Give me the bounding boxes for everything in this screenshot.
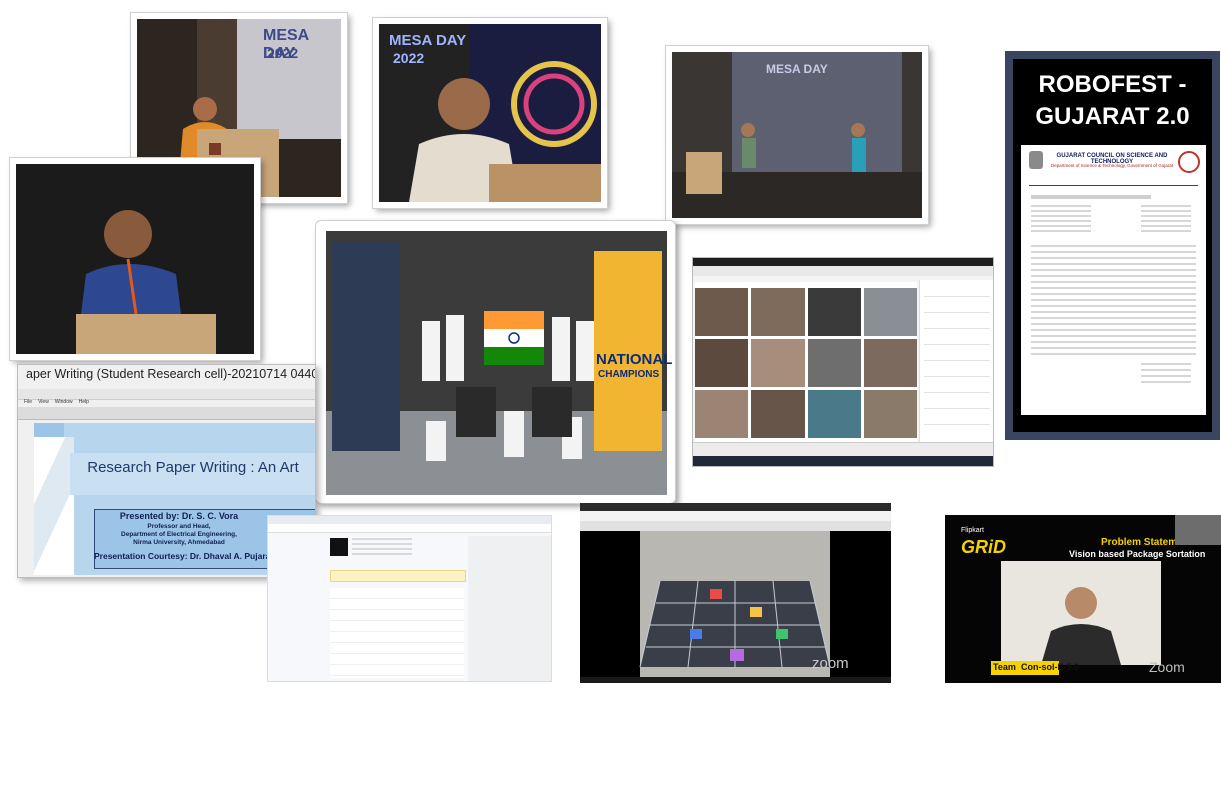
zoom-meeting-screenshot <box>692 257 994 467</box>
mesa-year-1: 2022 <box>267 45 299 61</box>
participant-tile <box>751 390 805 438</box>
team-banner-text: NATIONAL <box>596 351 673 368</box>
participant-tile <box>863 390 917 438</box>
event-logo-icon <box>330 538 348 556</box>
participant-tile <box>695 339 749 387</box>
team-name: Con-sol-E-5.0 <box>1021 662 1080 672</box>
gujcost-logo-icon <box>1178 151 1200 173</box>
robofest-title: ROBOFEST - GUJARAT 2.0 <box>1035 71 1190 130</box>
role-line-1: Professor and Head, <box>147 523 211 530</box>
grid-logo: GRiD <box>961 537 1006 557</box>
robofest-letter-panel: ROBOFEST - GUJARAT 2.0 GUJARAT COUNCIL O… <box>1005 51 1220 440</box>
presented-by: Presented by: Dr. S. C. Vora <box>119 511 239 521</box>
photo-speaker-mesa-day: MESA DAY 2022 <box>373 18 607 208</box>
photo-stage-dancers-image <box>672 52 922 218</box>
participant-tile <box>863 288 917 336</box>
menu-item[interactable]: File <box>24 399 32 405</box>
photo-speaker-orange-lanyard <box>10 158 260 360</box>
role-line-3: Nirma University, Ahmedabad <box>133 539 225 546</box>
team-label: Team <box>993 662 1016 672</box>
research-menu-bar: File View Window Help <box>24 399 89 405</box>
zoom-robot-arena-screenshot: zoom <box>580 503 891 683</box>
participant-tile <box>807 339 861 387</box>
speaker-thumbnail <box>1175 515 1221 545</box>
research-window-title: aper Writing (Student Research cell)-202… <box>26 367 316 381</box>
research-toolbar <box>18 407 315 420</box>
problem-title: Vision based Package Sortation <box>1069 549 1206 559</box>
role-line-2: Department of Electrical Engineering, <box>121 531 237 538</box>
participant-tile <box>695 390 749 438</box>
photo-team-indian-flag: NATIONAL CHAMPIONS <box>315 220 676 504</box>
participant-video <box>1001 561 1161 665</box>
zoom-watermark-2: Zoom <box>1149 659 1185 675</box>
participant-tile <box>807 288 861 336</box>
research-slide-title: Research Paper Writing : An Art <box>87 459 299 476</box>
photo-stage-dancers: MESA DAY <box>666 46 928 224</box>
mesa-day-text-3: MESA DAY <box>766 62 828 76</box>
menu-item[interactable]: View <box>38 399 49 405</box>
zoom-watermark-1: zoom <box>812 655 849 672</box>
participant-tile <box>863 339 917 387</box>
menu-item[interactable]: Window <box>55 399 73 405</box>
photo-speaker-orange-lanyard-image <box>16 164 254 354</box>
participant-tile <box>807 390 861 438</box>
team-banner-sub: CHAMPIONS <box>598 369 660 380</box>
participant-tile <box>695 288 749 336</box>
gujarat-emblem-icon <box>1029 151 1043 169</box>
participant-tile <box>751 288 805 336</box>
flipkart-grid-screenshot: Flipkart GRiD Problem Statement Vision b… <box>945 515 1221 683</box>
menu-item[interactable]: Help <box>79 399 89 405</box>
mesa-day-text-2: MESA DAY <box>389 32 467 49</box>
browser-registration-screenshot <box>267 515 552 682</box>
flipkart-brand: Flipkart <box>961 527 984 534</box>
participant-tile <box>751 339 805 387</box>
mesa-year-2: 2022 <box>393 50 425 66</box>
letter-dept: Department of Science & Technology, Gove… <box>1051 163 1173 168</box>
